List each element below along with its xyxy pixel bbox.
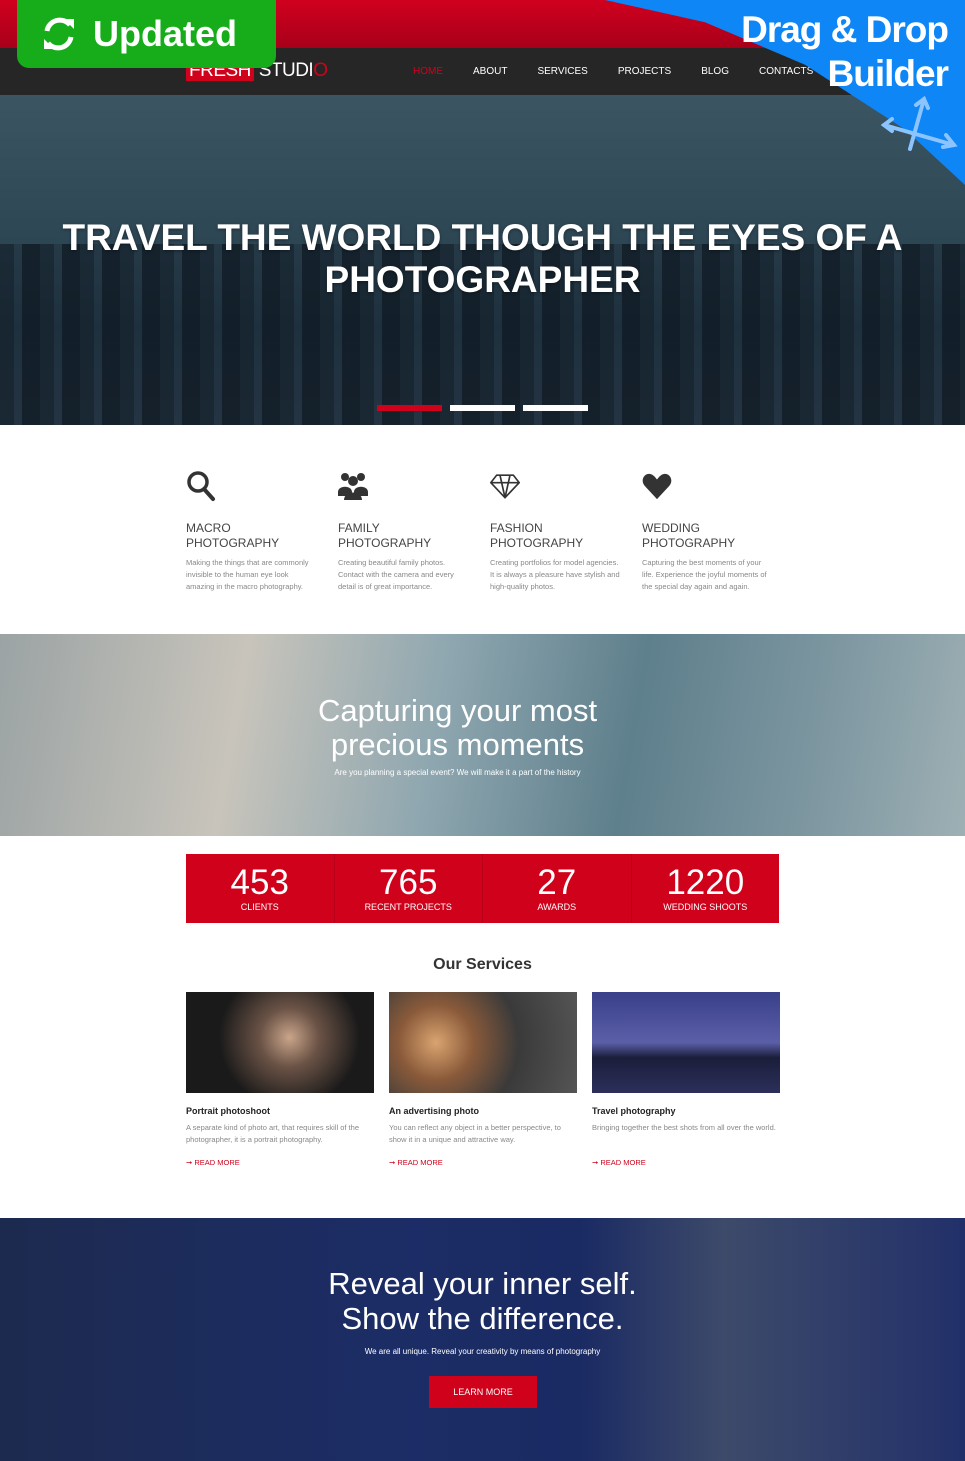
cta-section: Reveal your inner self. Show the differen… — [0, 1218, 965, 1461]
heart-icon — [642, 473, 672, 500]
feature-title: WEDDING — [642, 521, 700, 535]
slide-dot[interactable] — [450, 405, 515, 411]
service-image[interactable] — [592, 992, 780, 1093]
services-heading: Our Services — [433, 956, 532, 973]
service-title: An advertising photo — [389, 1106, 479, 1116]
service-card: Portrait photoshoot A separate kind of p… — [186, 992, 374, 1167]
read-more-label: READ MORE — [600, 1158, 646, 1167]
cta-title: Reveal your inner self. — [328, 1266, 637, 1301]
stat-number: 1220 — [666, 863, 745, 902]
feature-item: FAMILY PHOTOGRAPHY Creating beautiful fam… — [338, 470, 490, 593]
learn-more-button[interactable]: LEARN MORE — [429, 1376, 537, 1408]
cta-text: We are all unique. Reveal your creativit… — [364, 1347, 601, 1356]
users-icon — [338, 473, 368, 500]
feature-title: PHOTOGRAPHY — [186, 536, 280, 550]
service-text: A separate kind of photo art, that requi… — [186, 1123, 360, 1144]
stat-number: 765 — [379, 863, 438, 902]
feature-text: Capturing the best moments of your life.… — [642, 558, 767, 591]
hero-title: TRAVEL THE WORLD THOUGH THE EYES OF A PH… — [62, 217, 903, 300]
service-image[interactable] — [186, 992, 374, 1093]
stat-number: 27 — [537, 863, 577, 902]
feature-title: PHOTOGRAPHY — [490, 536, 584, 550]
feature-title: MACRO — [186, 521, 231, 535]
features: MACRO PHOTOGRAPHY Making the things that … — [186, 470, 794, 593]
nav-projects[interactable]: PROJECTS — [618, 66, 671, 77]
hero-slider: TRAVEL THE WORLD THOUGH THE EYES OF A PH… — [0, 95, 965, 425]
stat-clients: 453 CLIENTS — [186, 854, 335, 923]
feature-text: Making the things that are commonly invi… — [186, 558, 309, 591]
refresh-icon — [44, 17, 74, 51]
service-card: Travel photography Bringing together the… — [592, 992, 780, 1167]
nav-services[interactable]: SERVICES — [537, 66, 587, 77]
banner-title: Capturing your most precious moments — [317, 693, 598, 762]
wedding-banner: Capturing your most precious moments Are… — [0, 634, 965, 836]
builder-badge-text: Drag & Drop Builder — [741, 9, 949, 94]
feature-title: FAMILY — [338, 521, 380, 535]
stat-label: CLIENTS — [240, 902, 279, 912]
cta-title: Show the difference. — [341, 1301, 624, 1336]
stat-label: RECENT PROJECTS — [364, 902, 452, 912]
service-card: An advertising photo You can reflect any… — [389, 992, 577, 1167]
service-text: You can reflect any object in a better p… — [389, 1123, 561, 1144]
slide-dot[interactable] — [523, 405, 588, 411]
stat-awards: 27 AWARDS — [483, 854, 632, 923]
stat-label: WEDDING SHOOTS — [663, 902, 748, 912]
services-list: Portrait photoshoot A separate kind of p… — [186, 992, 780, 1167]
updated-badge: Updated — [17, 0, 276, 68]
move-arrows-icon — [880, 95, 958, 151]
feature-title: PHOTOGRAPHY — [338, 536, 432, 550]
search-icon — [187, 471, 215, 501]
feature-text: Creating beautiful family photos. Contac… — [338, 558, 454, 591]
slider-pagination — [377, 405, 588, 411]
feature-item: WEDDING PHOTOGRAPHY Capturing the best mo… — [642, 470, 794, 593]
diamond-icon — [489, 474, 521, 499]
read-more-link[interactable]: ➞ READ MORE — [592, 1158, 780, 1167]
stat-label: AWARDS — [537, 902, 577, 912]
stat-number: 453 — [230, 863, 289, 902]
service-image[interactable] — [389, 992, 577, 1093]
feature-text: Creating portfolios for model agencies. … — [490, 558, 620, 591]
banner-subtitle: Are you planning a special event? We wil… — [334, 768, 581, 777]
feature-title: PHOTOGRAPHY — [642, 536, 736, 550]
service-text: Bringing together the best shots from al… — [592, 1123, 776, 1132]
feature-item: FASHION PHOTOGRAPHY Creating portfolios f… — [489, 470, 642, 593]
read-more-link[interactable]: ➞ READ MORE — [186, 1158, 374, 1167]
service-title: Travel photography — [592, 1106, 676, 1116]
updated-label: Updated — [93, 13, 237, 54]
nav-about[interactable]: ABOUT — [473, 66, 507, 77]
service-title: Portrait photoshoot — [186, 1106, 270, 1116]
read-more-label: READ MORE — [194, 1158, 240, 1167]
read-more-link[interactable]: ➞ READ MORE — [389, 1158, 577, 1167]
feature-title: FASHION — [490, 521, 543, 535]
feature-item: MACRO PHOTOGRAPHY Making the things that … — [186, 470, 338, 593]
slide-dot[interactable] — [377, 405, 442, 411]
read-more-label: READ MORE — [397, 1158, 443, 1167]
stat-weddings: 1220 WEDDING SHOOTS — [632, 854, 780, 923]
stats-bar: 453 CLIENTS 765 RECENT PROJECTS 27 AWARDS 1… — [186, 854, 779, 923]
nav-home[interactable]: HOME — [413, 66, 443, 77]
stat-projects: 765 RECENT PROJECTS — [335, 854, 483, 923]
